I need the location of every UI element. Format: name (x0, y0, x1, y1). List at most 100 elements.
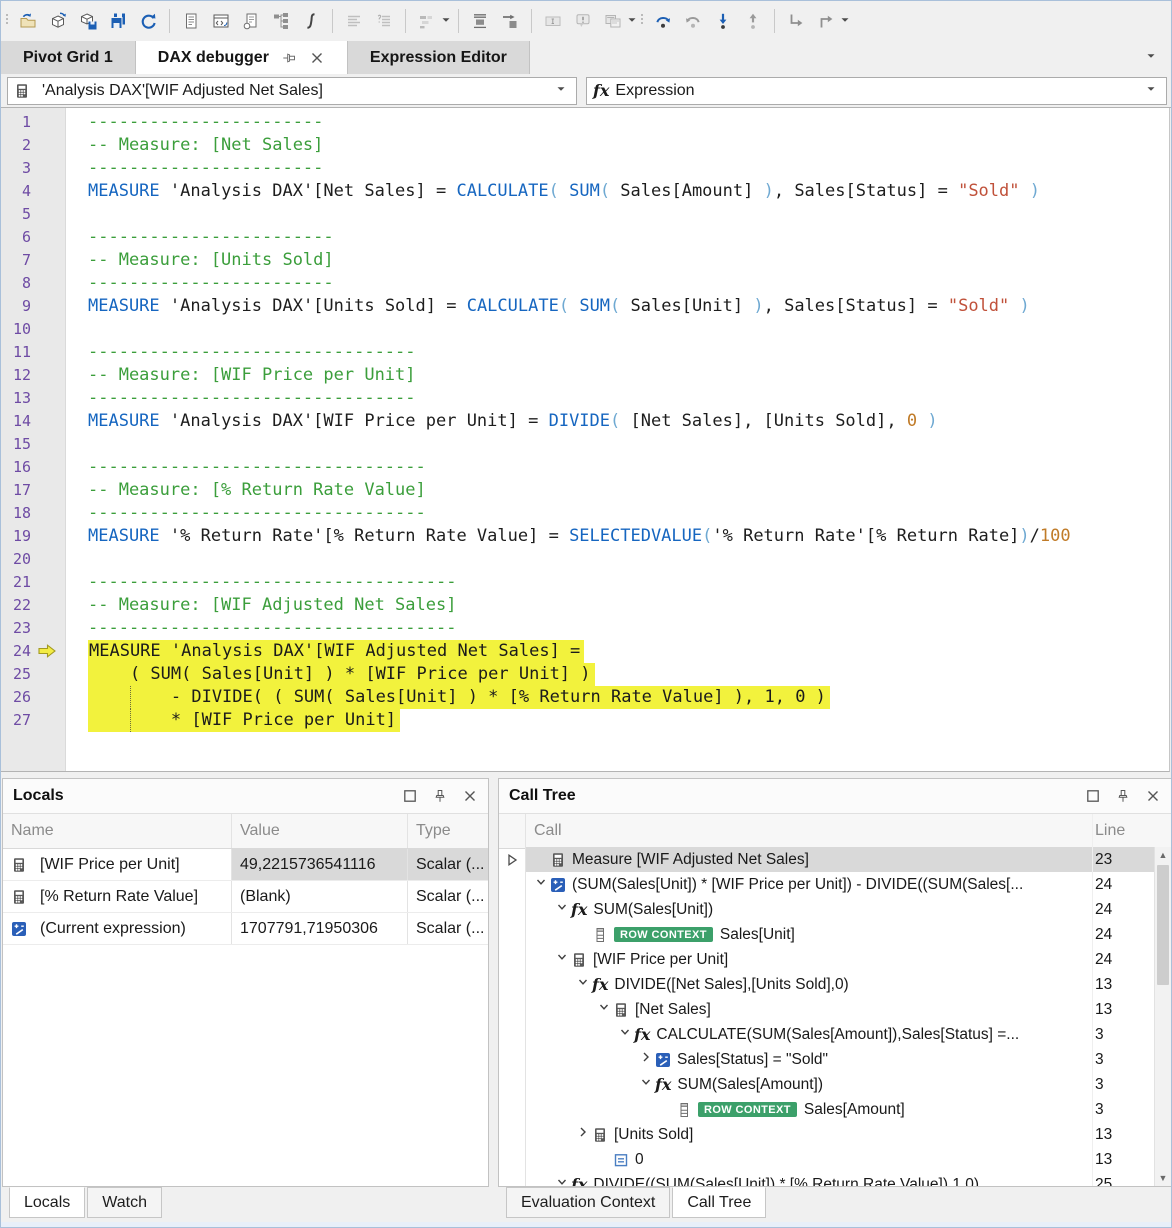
chevron-down-icon[interactable] (626, 14, 638, 29)
locals-type-cell[interactable]: Scalar (... (408, 849, 488, 880)
call-tree-row[interactable]: fxDIVIDE((SUM(Sales[Unit]) * [% Return R… (499, 1172, 1154, 1186)
code-line-5[interactable]: 5 (1, 203, 1169, 226)
dock-tab-evaluation-context[interactable]: Evaluation Context (506, 1187, 670, 1218)
expand-chevron-icon[interactable] (637, 1049, 655, 1070)
code-line-20[interactable]: 20 (1, 548, 1169, 571)
collapse-chevron-icon[interactable] (553, 949, 571, 970)
jump-next-button[interactable] (781, 7, 811, 35)
step-into-block-button[interactable] (495, 7, 525, 35)
dock-tab-watch[interactable]: Watch (87, 1187, 162, 1218)
call-tree-row[interactable]: Sales[Status] = "Sold"3 (499, 1047, 1154, 1072)
document-tab-expression-editor[interactable]: Expression Editor (348, 41, 530, 74)
call-cell[interactable]: 0 (526, 1147, 1092, 1172)
call-tree-row[interactable]: fxSUM(Sales[Unit])24 (499, 897, 1154, 922)
call-tree-scrollbar[interactable]: ▲ ▼ (1154, 847, 1171, 1186)
call-tree-row[interactable]: (SUM(Sales[Unit]) * [WIF Price per Unit]… (499, 872, 1154, 897)
locals-row[interactable]: (Current expression)1707791,71950306Scal… (3, 913, 488, 945)
pin-icon[interactable] (281, 50, 297, 66)
locals-header-type[interactable]: Type (408, 814, 488, 848)
code-line-8[interactable]: 8------------------------ (1, 272, 1169, 295)
code-line-15[interactable]: 15 (1, 433, 1169, 456)
dax-code-editor[interactable]: 1-----------------------2-- Measure: [Ne… (1, 108, 1170, 772)
call-cell[interactable]: fxDIVIDE([Net Sales],[Units Sold],0) (526, 972, 1092, 997)
code-line-3[interactable]: 3----------------------- (1, 157, 1169, 180)
collapse-chevron-icon[interactable] (553, 1174, 571, 1186)
code-line-17[interactable]: 17-- Measure: [% Return Rate Value] (1, 479, 1169, 502)
call-tree-row[interactable]: fxDIVIDE([Net Sales],[Units Sold],0)13 (499, 972, 1154, 997)
code-line-2[interactable]: 2-- Measure: [Net Sales] (1, 134, 1169, 157)
collapse-chevron-icon[interactable] (595, 999, 613, 1020)
step-over-button[interactable] (648, 7, 678, 35)
call-cell[interactable]: ROW CONTEXTSales[Unit] (526, 922, 1092, 947)
code-line-12[interactable]: 12-- Measure: [WIF Price per Unit] (1, 364, 1169, 387)
save-model-button[interactable] (73, 7, 103, 35)
step-out-button[interactable] (738, 7, 768, 35)
locals-name-cell[interactable]: [WIF Price per Unit] (3, 849, 232, 880)
call-cell[interactable]: (SUM(Sales[Unit]) * [WIF Price per Unit]… (526, 872, 1092, 897)
call-cell[interactable]: [Net Sales] (526, 997, 1092, 1022)
call-cell[interactable]: fxSUM(Sales[Amount]) (526, 1072, 1092, 1097)
maximize-icon[interactable] (1085, 788, 1101, 804)
collapse-chevron-icon[interactable] (637, 1074, 655, 1095)
scroll-up-icon[interactable]: ▲ (1155, 847, 1171, 863)
jump-prev-button[interactable] (811, 7, 841, 35)
close-icon[interactable] (309, 50, 325, 66)
code-line-19[interactable]: 19MEASURE '% Return Rate'[% Return Rate … (1, 525, 1169, 548)
script-window-button[interactable] (206, 7, 236, 35)
locals-type-cell[interactable]: Scalar (... (408, 881, 488, 912)
call-cell[interactable]: Measure [WIF Adjusted Net Sales] (526, 847, 1092, 872)
locals-row[interactable]: [% Return Rate Value](Blank)Scalar (... (3, 881, 488, 913)
call-tree-row[interactable]: [Net Sales]13 (499, 997, 1154, 1022)
locals-name-cell[interactable]: (Current expression) (3, 913, 232, 944)
code-line-14[interactable]: 14MEASURE 'Analysis DAX'[WIF Price per U… (1, 410, 1169, 433)
code-line-25[interactable]: 25 ( SUM( Sales[Unit] ) * [WIF Price per… (1, 663, 1169, 686)
call-tree-row[interactable]: ROW CONTEXTSales[Unit]24 (499, 922, 1154, 947)
close-icon[interactable] (1145, 788, 1161, 804)
collapse-chevron-icon[interactable] (553, 899, 571, 920)
expand-chevron-icon[interactable] (574, 1124, 592, 1145)
maximize-icon[interactable] (402, 788, 418, 804)
call-cell[interactable]: fxSUM(Sales[Unit]) (526, 897, 1092, 922)
call-tree-row[interactable]: ROW CONTEXTSales[Amount]3 (499, 1097, 1154, 1122)
code-line-9[interactable]: 9MEASURE 'Analysis DAX'[Units Sold] = CA… (1, 295, 1169, 318)
code-line-11[interactable]: 11-------------------------------- (1, 341, 1169, 364)
collapse-chevron-icon[interactable] (574, 974, 592, 995)
call-cell[interactable]: ROW CONTEXTSales[Amount] (526, 1097, 1092, 1122)
locals-value-cell[interactable]: 1707791,71950306 (232, 913, 408, 944)
surround-block-button[interactable] (465, 7, 495, 35)
code-line-23[interactable]: 23------------------------------------ (1, 617, 1169, 640)
locals-type-cell[interactable]: Scalar (... (408, 913, 488, 944)
scrollbar-thumb[interactable] (1157, 865, 1169, 985)
step-back-button[interactable] (678, 7, 708, 35)
locals-row[interactable]: [WIF Price per Unit]49,2215736541116Scal… (3, 849, 488, 881)
step-into-button[interactable] (708, 7, 738, 35)
pin-icon[interactable] (432, 788, 448, 804)
document-tab-dax-debugger[interactable]: DAX debugger (136, 41, 348, 74)
code-line-21[interactable]: 21------------------------------------ (1, 571, 1169, 594)
code-line-13[interactable]: 13-------------------------------- (1, 387, 1169, 410)
code-line-18[interactable]: 18--------------------------------- (1, 502, 1169, 525)
collapse-chevron-icon[interactable] (532, 874, 550, 895)
close-icon[interactable] (462, 788, 478, 804)
measure-selector-combobox[interactable]: 'Analysis DAX'[WIF Adjusted Net Sales] (7, 77, 577, 105)
call-tree-row[interactable]: [WIF Price per Unit]24 (499, 947, 1154, 972)
open-file-button[interactable] (13, 7, 43, 35)
call-cell[interactable]: [Units Sold] (526, 1122, 1092, 1147)
code-line-16[interactable]: 16--------------------------------- (1, 456, 1169, 479)
dock-tab-call-tree[interactable]: Call Tree (672, 1187, 766, 1218)
collapse-chevron-icon[interactable] (616, 1024, 634, 1045)
locals-name-cell[interactable]: [% Return Rate Value] (3, 881, 232, 912)
call-tree-row[interactable]: 013 (499, 1147, 1154, 1172)
dock-tab-locals[interactable]: Locals (9, 1187, 85, 1218)
new-document-button[interactable] (176, 7, 206, 35)
locals-value-cell[interactable]: 49,2215736541116 (232, 849, 408, 880)
scroll-down-icon[interactable]: ▼ (1155, 1170, 1171, 1186)
call-cell[interactable]: Sales[Status] = "Sold" (526, 1047, 1092, 1072)
code-line-24[interactable]: 24MEASURE 'Analysis DAX'[WIF Adjusted Ne… (1, 640, 1169, 663)
call-tree-row[interactable]: fxSUM(Sales[Amount])3 (499, 1072, 1154, 1097)
locals-header-value[interactable]: Value (232, 814, 408, 848)
code-line-27[interactable]: 27 * [WIF Price per Unit] (1, 709, 1169, 732)
call-hierarchy-button[interactable] (266, 7, 296, 35)
pin-icon[interactable] (1115, 788, 1131, 804)
chevron-down-icon[interactable] (546, 82, 576, 100)
